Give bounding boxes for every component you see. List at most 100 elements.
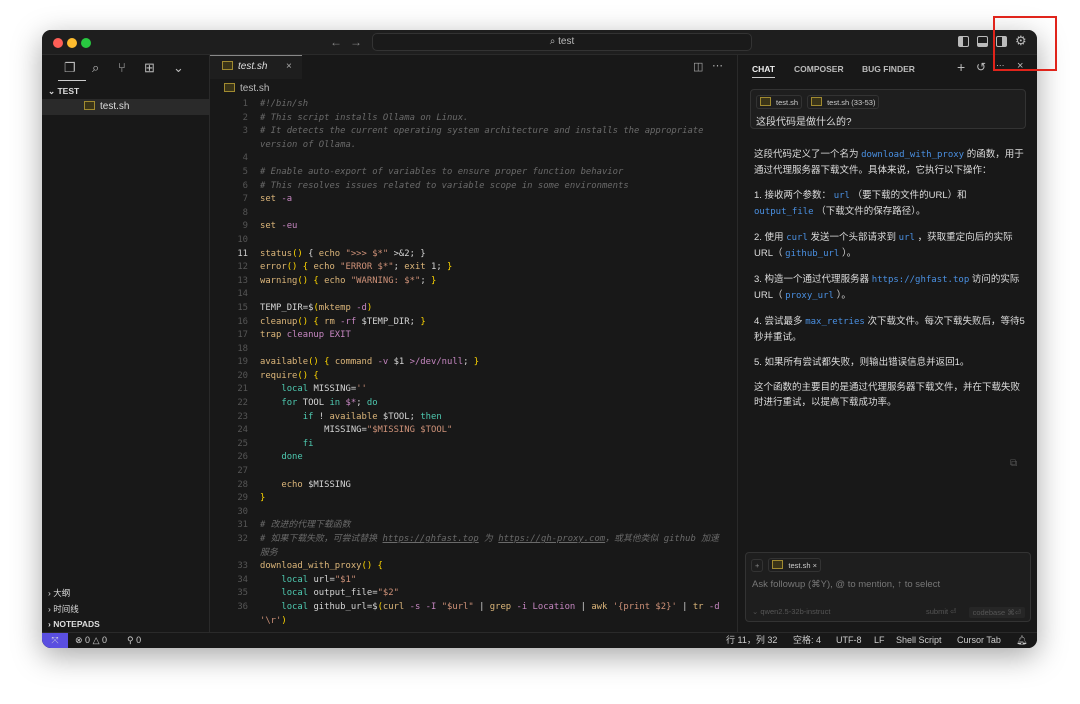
model-selector[interactable]: ⌄ qwen2.5-32b-instruct (752, 607, 830, 616)
code-line[interactable]: 23 if ! available $TOOL; then (210, 411, 737, 425)
line-text (260, 506, 720, 520)
chevron-down-icon[interactable]: ⌄ (173, 60, 184, 76)
code-line[interactable]: 6 # This resolves issues related to varia… (210, 180, 737, 194)
code-line[interactable]: 11 status() { echo ">>> $*" >&2; } (210, 248, 737, 262)
code-token: tr (692, 601, 709, 612)
code-line[interactable]: 27 (210, 465, 737, 479)
code-line[interactable]: 2 # This script installs Ollama on Linux. (210, 112, 737, 126)
forward-arrow-icon[interactable]: → (350, 35, 362, 49)
code-token: "WARNING: $*" (350, 275, 421, 286)
section-timeline[interactable]: › 时间线 (48, 603, 79, 615)
tab-test-sh[interactable]: test.sh × (210, 55, 302, 79)
code-line[interactable]: 17 trap cleanup EXIT (210, 329, 737, 343)
submit-button[interactable]: submit ⏎ (926, 607, 956, 616)
code-line[interactable]: 16 cleanup() { rm -rf $TEMP_DIR; } (210, 316, 737, 330)
code-line[interactable]: 25 fi (210, 438, 737, 452)
code-line[interactable]: 30 (210, 506, 737, 520)
line-text: # This resolves issues related to variab… (260, 180, 720, 194)
encoding[interactable]: UTF-8 (836, 633, 862, 648)
bell-icon[interactable]: 🔔︎ (1016, 633, 1027, 648)
code-line[interactable]: 4 (210, 152, 737, 166)
code-line[interactable]: 12 error() { echo "ERROR $*"; exit 1; } (210, 261, 737, 275)
section-notepads[interactable]: › NOTEPADS (48, 619, 100, 629)
split-editor-icon[interactable]: ◫ (693, 60, 703, 73)
code-line[interactable]: 33 download_with_proxy() { (210, 560, 737, 574)
code-line[interactable]: 10 (210, 234, 737, 248)
language-mode[interactable]: Shell Script (896, 633, 942, 648)
code-line[interactable]: 1 #!/bin/sh (210, 98, 737, 112)
codebase-button[interactable]: codebase ⌘⏎ (968, 607, 1025, 618)
chat-panel: CHAT COMPOSER BUG FINDER + ↺ ⋯ × test.sh… (737, 55, 1037, 632)
code-line[interactable]: 22 for TOOL in $*; do (210, 397, 737, 411)
code-line[interactable]: 20 require() { (210, 370, 737, 384)
code-token: # Enable auto-export of variables to ens… (260, 166, 624, 177)
explorer-icon[interactable]: ❐ (64, 60, 76, 76)
code-line[interactable]: 34 local url="$1" (210, 574, 737, 588)
new-chat-icon[interactable]: + (957, 59, 965, 75)
code-line[interactable]: 3 # It detects the current operating syst… (210, 125, 737, 152)
folder-test[interactable]: ⌄ TEST (48, 86, 79, 97)
ports-indicator[interactable]: ⚲ 0 (127, 633, 141, 648)
code-line[interactable]: 35 local output_file="$2" (210, 587, 737, 601)
line-number: 15 (237, 302, 248, 313)
code-line[interactable]: 13 warning() { echo "WARNING: $*"; } (210, 275, 737, 289)
more-actions-icon[interactable]: ⋯ (712, 59, 723, 72)
context-chip[interactable]: test.sh × (768, 558, 821, 572)
code-line[interactable]: 15 TEMP_DIR=$(mktemp -d) (210, 302, 737, 316)
code-line[interactable]: 24 MISSING="$MISSING $TOOL" (210, 424, 737, 438)
code-line[interactable]: 36 local github_url=$(curl -s -I "$url" … (210, 601, 737, 628)
code-line[interactable]: 9 set -eu (210, 220, 737, 234)
code-token: () (292, 248, 303, 259)
code-line[interactable]: 8 (210, 207, 737, 221)
source-control-icon[interactable]: ⑂ (118, 60, 126, 75)
indentation[interactable]: 空格: 4 (793, 633, 821, 648)
code-line[interactable]: 21 local MISSING='' (210, 383, 737, 397)
code-line[interactable]: 19 available() { command -v $1 >/dev/null… (210, 356, 737, 370)
code-line[interactable]: 31 # 改进的代理下载函数 (210, 519, 737, 533)
terminal-file-icon (760, 97, 771, 106)
code-line[interactable]: 28 echo $MISSING (210, 479, 737, 493)
toggle-sidebar-icon[interactable] (958, 36, 969, 47)
code-token: command (334, 357, 378, 368)
context-chip[interactable]: test.sh (33-53) (807, 95, 880, 109)
code-line[interactable]: 14 (210, 288, 737, 302)
history-icon[interactable]: ↺ (976, 60, 986, 74)
code-line[interactable]: 29} (210, 492, 737, 506)
search-icon[interactable]: ⌕ (92, 60, 99, 76)
copy-icon[interactable]: ⧉ (1010, 458, 1017, 469)
section-outline[interactable]: › 大纲 (48, 587, 70, 599)
file-test-sh[interactable]: test.sh (42, 99, 210, 115)
code-token: -v (377, 357, 394, 368)
cursor-tab[interactable]: Cursor Tab (957, 633, 1001, 648)
breadcrumb[interactable]: test.sh (224, 83, 269, 94)
remote-icon[interactable]: ⤧ (42, 633, 68, 648)
tab-bug-finder[interactable]: BUG FINDER (862, 64, 915, 74)
code-line[interactable]: 18 (210, 343, 737, 357)
close-window-button[interactable] (53, 38, 63, 48)
code-line[interactable]: 5 # Enable auto-export of variables to en… (210, 166, 737, 180)
problems-indicator[interactable]: ⊗ 0 △ 0 (75, 633, 107, 648)
toggle-panel-icon[interactable] (977, 36, 988, 47)
close-tab-icon[interactable]: × (286, 56, 292, 78)
code-line[interactable]: 32 # 如果下载失败，可尝试替换 https://ghfast.top 为 ht… (210, 533, 737, 560)
followup-input[interactable]: + test.sh × Ask followup (⌘Y), @ to menti… (745, 552, 1031, 622)
line-ending[interactable]: LF (874, 633, 885, 648)
back-arrow-icon[interactable]: ← (330, 35, 342, 49)
minimize-window-button[interactable] (67, 38, 77, 48)
code-line[interactable]: 26 done (210, 451, 737, 465)
tab-chat[interactable]: CHAT (752, 64, 775, 78)
line-text: download_with_proxy() { (260, 560, 720, 574)
code-lines[interactable]: 1 #!/bin/sh 2 # This script installs Ollama… (210, 98, 737, 628)
command-search-box[interactable]: ⌕ test (372, 33, 752, 51)
tab-composer[interactable]: COMPOSER (794, 64, 844, 74)
maximize-window-button[interactable] (81, 38, 91, 48)
context-chip[interactable]: test.sh (756, 95, 803, 109)
extensions-icon[interactable]: ⊞ (144, 60, 155, 76)
code-line[interactable]: 7 set -a (210, 193, 737, 207)
add-context-button[interactable]: + (751, 559, 764, 572)
code-editor[interactable]: test.sh × ◫ ⋯ test.sh 1 #!/bin/sh 2 # This s… (210, 55, 737, 632)
cursor-position[interactable]: 行 11，列 32 (726, 633, 777, 648)
line-text: error() { echo "ERROR $*"; exit 1; } (260, 261, 720, 275)
